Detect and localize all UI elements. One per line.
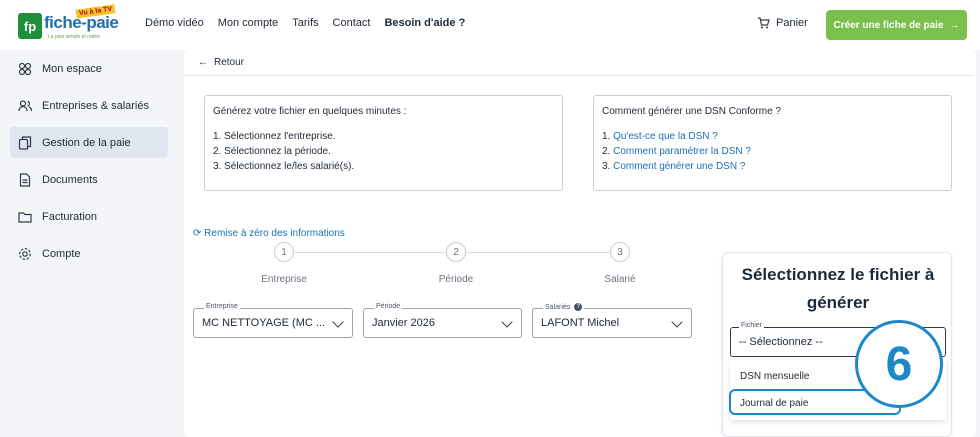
step-1-label: Entreprise (261, 274, 307, 285)
copy-icon (18, 135, 32, 150)
dsn-help-title: Comment générer une DSN Conforme ? (602, 106, 781, 117)
sidebar-item-label: Mon espace (42, 62, 102, 75)
help-link-row: 3. Comment générer une DSN ? (602, 159, 943, 174)
sidebar-item-entreprises[interactable]: Entreprises & salariés (10, 90, 168, 121)
sidebar-item-label: Facturation (42, 210, 98, 223)
help-link-configure-dsn[interactable]: Comment paramétrer la DSN ? (613, 146, 751, 157)
nav-help[interactable]: Besoin d'aide ? (384, 17, 465, 29)
nav-account[interactable]: Mon compte (218, 17, 279, 29)
reset-link[interactable]: ⟳ Remise à zéro des informations (193, 228, 345, 239)
step-2: 2 (446, 242, 466, 262)
main-nav: Démo vidéo Mon compte Tarifs Contact Bes… (145, 17, 465, 29)
refresh-icon: ⟳ (193, 228, 202, 239)
step-callout-badge: 6 (855, 320, 943, 408)
cart-link[interactable]: Panier (757, 17, 808, 29)
instructions-box: Générez votre fichier en quelques minute… (204, 95, 563, 191)
entreprise-select[interactable]: Entreprise MC NETTOYAGE (MC ... (193, 303, 353, 338)
nav-pricing[interactable]: Tarifs (292, 17, 318, 29)
sidebar-item-gestion-paie[interactable]: Gestion de la paie (10, 127, 168, 158)
reset-label: Remise à zéro des informations (204, 228, 345, 239)
salaries-select-value: LAFONT Michel (541, 317, 620, 329)
salaries-select[interactable]: Salariés ? LAFONT Michel (532, 303, 692, 338)
chevron-down-icon (332, 316, 344, 328)
sidebar-item-mon-espace[interactable]: Mon espace (10, 53, 168, 84)
nav-contact[interactable]: Contact (333, 17, 371, 29)
help-link-generate-dsn[interactable]: Comment générer une DSN ? (613, 161, 745, 172)
stepper-line (466, 252, 610, 253)
help-link-num: 2. (602, 146, 611, 157)
sidebar-item-label: Documents (42, 173, 98, 186)
entreprise-select-label: Entreprise (204, 303, 240, 310)
sidebar-item-documents[interactable]: Documents (10, 164, 168, 195)
arrow-right-icon: → (949, 19, 960, 31)
grid-icon (18, 62, 32, 75)
step-3-label: Salarié (604, 274, 636, 285)
chevron-down-icon (671, 316, 683, 328)
instruction-step: 3. Sélectionnez le/les salarié(s). (213, 161, 355, 172)
divider (184, 75, 974, 76)
arrow-left-icon: ← (198, 57, 208, 68)
periode-select[interactable]: Période Janvier 2026 (363, 303, 522, 338)
file-select-value: -- Sélectionnez -- (739, 336, 823, 348)
periode-select-value: Janvier 2026 (372, 317, 435, 329)
stepper-line (294, 252, 446, 253)
step-2-label: Période (438, 274, 474, 285)
step-3: 3 (610, 242, 630, 262)
entreprise-select-value: MC NETTOYAGE (MC ... (202, 317, 326, 329)
sidebar-item-compte[interactable]: Compte (10, 238, 168, 269)
brand-logo[interactable]: fp fiche-paie Vu à la TV La paie simple … (18, 4, 128, 43)
dsn-help-box: Comment générer une DSN Conforme ? 1. Qu… (593, 95, 952, 191)
back-label: Retour (214, 57, 245, 68)
periode-select-label: Période (374, 303, 403, 310)
sidebar-item-label: Entreprises & salariés (42, 99, 149, 112)
gear-icon (19, 247, 31, 260)
instruction-step: 1. Sélectionnez l'entreprise. (213, 131, 336, 142)
help-link-row: 2. Comment paramétrer la DSN ? (602, 144, 943, 159)
create-payslip-button[interactable]: Créer une fiche de paie → (826, 10, 967, 40)
nav-demo[interactable]: Démo vidéo (145, 17, 204, 29)
cta-label: Créer une fiche de paie (833, 19, 944, 31)
info-icon[interactable]: ? (574, 303, 583, 311)
help-link-row: 1. Qu'est-ce que la DSN ? (602, 129, 943, 144)
document-icon (19, 172, 31, 187)
top-bar: fp fiche-paie Vu à la TV La paie simple … (0, 0, 980, 50)
step-1: 1 (274, 242, 294, 262)
sidebar-item-facturation[interactable]: Facturation (10, 201, 168, 232)
salaries-select-label: Salariés (545, 303, 571, 311)
users-icon (18, 99, 32, 111)
logo-tagline: La paie simple et rodée (48, 34, 100, 40)
salaries-select-label-wrap: Salariés ? (543, 303, 585, 311)
sidebar-item-label: Compte (42, 247, 81, 260)
instructions-title: Générez votre fichier en quelques minute… (213, 106, 407, 117)
instruction-step: 2. Sélectionnez la période. (213, 146, 331, 157)
sidebar-item-label: Gestion de la paie (42, 136, 131, 149)
back-link[interactable]: ← Retour (198, 57, 244, 68)
file-card-title: Sélectionnez le fichier à générer (741, 265, 935, 312)
cart-icon (758, 17, 770, 29)
chevron-down-icon (501, 316, 513, 328)
help-link-num: 3. (602, 161, 611, 172)
logo-mark: fp (18, 13, 42, 39)
folder-icon (18, 211, 32, 223)
file-select-label: Fichier (739, 322, 765, 329)
help-link-num: 1. (602, 131, 611, 142)
cart-label: Panier (776, 17, 808, 29)
help-link-what-is-dsn[interactable]: Qu'est-ce que la DSN ? (613, 131, 718, 142)
